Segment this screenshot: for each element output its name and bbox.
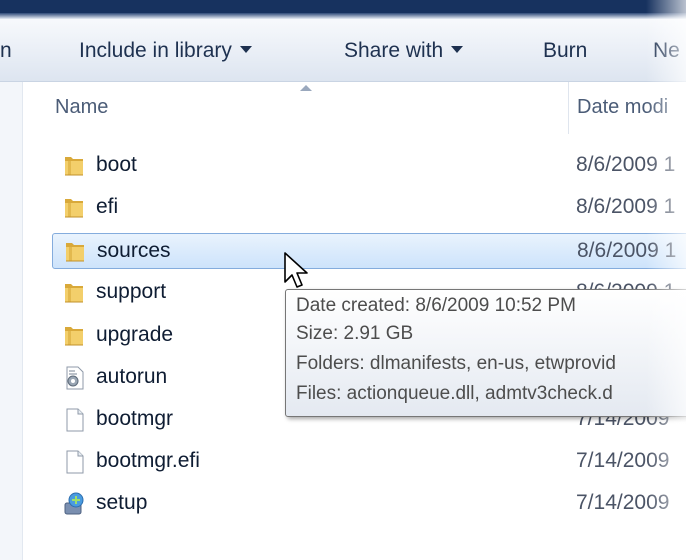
setup-icon	[62, 491, 88, 517]
share-with-label: Share with	[344, 39, 444, 62]
file-date-modified: 8/6/2009 1	[576, 153, 676, 176]
file-name: sources	[97, 239, 171, 262]
dropdown-arrow-icon	[239, 45, 252, 53]
tooltip-files: Files: actionqueue.dll, admtv3check.d	[296, 383, 613, 404]
folder-icon	[62, 195, 88, 221]
file-name: bootmgr.efi	[96, 449, 200, 472]
folder-icon	[62, 323, 88, 349]
share-with-button[interactable]: Share with	[344, 38, 464, 64]
autorun-icon	[62, 365, 88, 391]
burn-button[interactable]: Burn	[543, 38, 587, 64]
tooltip-size: Size: 2.91 GB	[296, 323, 414, 344]
command-bar: n Include in library Share with Burn Ne	[0, 19, 686, 82]
date-modified-column-header[interactable]: Date modi	[577, 96, 668, 119]
window-title-bar	[0, 0, 686, 13]
column-header-bar: Name Date modi	[23, 82, 686, 134]
tooltip-folders: Folders: dlmanifests, en-us, etwprovid	[296, 353, 616, 374]
include-in-library-button[interactable]: Include in library	[79, 38, 252, 64]
folder-icon	[62, 280, 88, 306]
file-row-setup[interactable]: setup 7/14/2009	[52, 486, 686, 522]
tooltip-date-created: Date created: 8/6/2009 10:52 PM	[296, 295, 576, 316]
file-name: autorun	[96, 365, 168, 388]
file-name: boot	[96, 153, 137, 176]
file-date-modified: 7/14/2009	[576, 491, 670, 514]
column-divider[interactable]	[568, 82, 569, 134]
include-in-library-label: Include in library	[79, 39, 232, 62]
file-row-bootmgr-efi[interactable]: bootmgr.efi 7/14/2009	[52, 444, 686, 480]
name-column-header[interactable]: Name	[55, 96, 108, 119]
file-name: bootmgr	[96, 407, 174, 430]
file-date-modified: 8/6/2009 1	[577, 239, 677, 262]
sort-ascending-icon	[300, 85, 312, 91]
file-name: support	[96, 280, 167, 303]
file-row-sources[interactable]: sources 8/6/2009 1	[52, 233, 686, 269]
partial-toolbar-button[interactable]: n	[0, 38, 12, 64]
file-date-modified: 7/14/2009	[576, 449, 670, 472]
navigation-pane-edge	[0, 82, 23, 560]
file-row-boot[interactable]: boot 8/6/2009 1	[52, 148, 686, 184]
folder-icon	[62, 153, 88, 179]
file-icon	[62, 407, 88, 433]
new-folder-button[interactable]: Ne	[653, 38, 680, 64]
file-date-modified: 8/6/2009 1	[576, 195, 676, 218]
file-name: setup	[96, 491, 148, 514]
file-icon	[62, 449, 88, 475]
mouse-pointer-icon	[284, 252, 308, 288]
file-name: efi	[96, 195, 119, 218]
file-name: upgrade	[96, 323, 174, 346]
folder-icon	[63, 239, 89, 265]
dropdown-arrow-icon	[451, 45, 464, 53]
file-row-efi[interactable]: efi 8/6/2009 1	[52, 190, 686, 226]
folder-info-tooltip: Date created: 8/6/2009 10:52 PM Size: 2.…	[285, 289, 686, 417]
